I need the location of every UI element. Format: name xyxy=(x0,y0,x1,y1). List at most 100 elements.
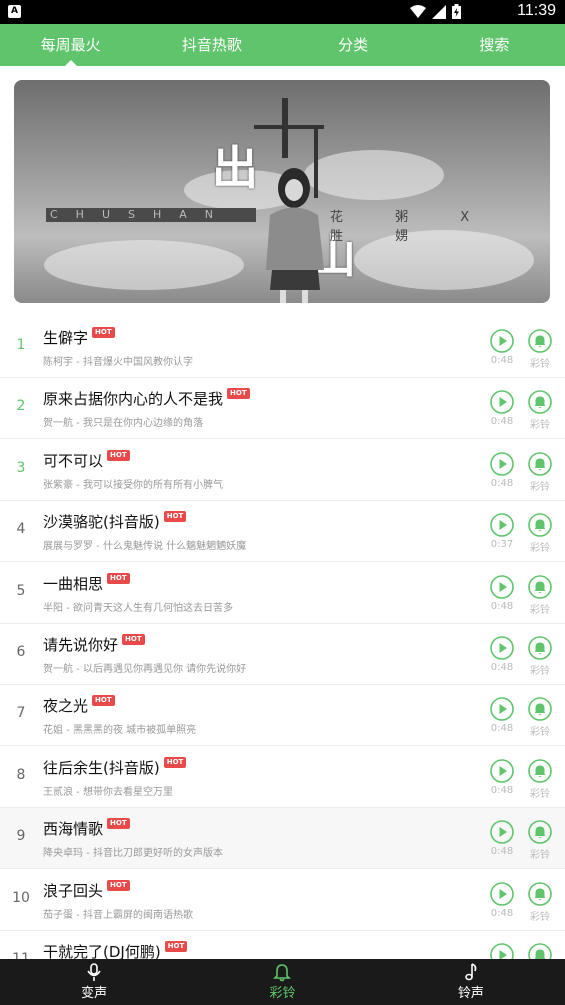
banner-title-char-1: 出 xyxy=(212,141,258,195)
play-button[interactable] xyxy=(490,574,514,599)
tab-categories[interactable]: 分类 xyxy=(283,24,424,66)
play-icon xyxy=(490,697,514,722)
ringback-label: 彩铃 xyxy=(530,604,550,616)
set-ringback-button[interactable] xyxy=(528,758,552,783)
song-duration: 0:48 xyxy=(490,355,514,366)
nav-ringtones[interactable]: 铃声 xyxy=(377,959,565,1005)
song-title-wrap: 可不可以 HOT xyxy=(43,449,130,471)
song-subtitle: 王贰浪 - 想带你去看星空万里 xyxy=(43,786,173,798)
nav-voice-changer[interactable]: 变声 xyxy=(0,959,188,1005)
song-title-wrap: 一曲相思 HOT xyxy=(43,572,130,594)
nav-ringback[interactable]: 彩铃 xyxy=(188,959,376,1005)
set-ringback-button[interactable] xyxy=(528,943,552,959)
play-button[interactable] xyxy=(490,943,514,959)
tab-weekly-hot[interactable]: 每周最火 xyxy=(0,24,141,66)
song-duration: 0:48 xyxy=(490,846,514,858)
song-rank: 4 xyxy=(16,521,26,538)
song-rank: 2 xyxy=(16,398,26,415)
hot-badge: HOT xyxy=(92,327,115,338)
song-title-wrap: 往后余生(抖音版) HOT xyxy=(43,756,187,778)
ringback-label: 彩铃 xyxy=(530,543,550,555)
song-duration: 0:37 xyxy=(490,539,514,551)
wifi-icon xyxy=(410,4,426,18)
bell-icon xyxy=(528,390,552,415)
tab-search[interactable]: 搜索 xyxy=(424,24,565,66)
song-title-wrap: 生僻字 HOT xyxy=(43,327,115,348)
set-ringback-button[interactable] xyxy=(528,390,552,415)
play-icon xyxy=(490,513,514,537)
song-subtitle: 贺一航 - 我只是在你内心边缘的角落 xyxy=(43,418,203,430)
song-row[interactable]: 8 往后余生(抖音版) HOT 王贰浪 - 想带你去看星空万里 0:48 彩铃 xyxy=(0,746,565,808)
play-button[interactable] xyxy=(490,881,514,906)
song-rank: 1 xyxy=(16,337,26,353)
set-ringback-button[interactable] xyxy=(528,636,552,660)
set-ringback-button[interactable] xyxy=(528,329,552,353)
song-rank: 10 xyxy=(12,889,30,906)
set-ringback-button[interactable] xyxy=(528,513,552,537)
play-button[interactable] xyxy=(490,820,514,844)
set-ringback-button[interactable] xyxy=(528,881,552,906)
bell-icon xyxy=(528,574,552,599)
bell-icon xyxy=(528,451,552,476)
set-ringback-button[interactable] xyxy=(528,820,552,844)
play-button[interactable] xyxy=(490,758,514,783)
bell-icon xyxy=(528,697,552,722)
song-row[interactable]: 2 原来占据你内心的人不是我 HOT 贺一航 - 我只是在你内心边缘的角落 0:48 彩铃 xyxy=(0,378,565,440)
set-ringback-button[interactable] xyxy=(528,697,552,722)
banner-credits: 花 粥 X 胜 娚 xyxy=(330,210,494,244)
play-button[interactable] xyxy=(490,451,514,476)
song-subtitle: 茄子蛋 - 抖音上霸屏的闽南语热歌 xyxy=(43,909,193,921)
hot-badge: HOT xyxy=(107,879,130,891)
status-bar: A 11:39 xyxy=(0,0,565,24)
song-row[interactable]: 6 请先说你好 HOT 贺一航 - 以后再遇见你再遇见你 请你先说你好 0:48 彩铃 xyxy=(0,624,565,685)
song-title: 请先说你好 xyxy=(43,636,119,654)
tab-douyin-hits[interactable]: 抖音热歌 xyxy=(141,24,282,66)
play-icon xyxy=(490,574,514,599)
bell-icon xyxy=(528,636,552,660)
set-ringback-button[interactable] xyxy=(528,451,552,476)
status-icons xyxy=(410,4,461,19)
song-title: 夜之光 xyxy=(43,697,89,716)
play-button[interactable] xyxy=(490,636,514,660)
song-duration: 0:48 xyxy=(490,784,514,796)
nav-voice-changer-label: 变声 xyxy=(81,986,108,1001)
play-button[interactable] xyxy=(490,513,514,537)
bell-icon xyxy=(528,758,552,783)
song-rank: 5 xyxy=(16,582,26,599)
song-row[interactable]: 11干就完了(DJ何鹏)HOT彩铃 xyxy=(0,931,565,959)
play-icon xyxy=(490,390,514,415)
song-title: 沙漠骆驼(抖音版) xyxy=(43,513,160,532)
song-row[interactable]: 3 可不可以 HOT 张紫豪 - 我可以接受你的所有所有小脾气 0:48 彩铃 xyxy=(0,439,565,501)
hot-badge: HOT xyxy=(164,941,188,952)
set-ringback-button[interactable] xyxy=(528,574,552,599)
banner-pinyin: CHUSHAN xyxy=(46,208,256,222)
song-row[interactable]: 7 夜之光 HOT 花姐 - 黑黑黑的夜 城市被孤单照亮 0:48 彩铃 xyxy=(0,685,565,747)
song-title-wrap: 原来占据你内心的人不是我 HOT xyxy=(43,388,250,409)
hot-badge: HOT xyxy=(227,388,250,400)
song-title: 西海情歌 xyxy=(43,820,104,839)
banner-image[interactable]: 出 山 CHUSHAN 花 粥 X 胜 娚 xyxy=(14,80,550,303)
ringback-label: 彩铃 xyxy=(530,481,550,493)
song-title: 可不可以 xyxy=(43,451,104,470)
play-button[interactable] xyxy=(490,390,514,415)
song-row[interactable]: 9 西海情歌 HOT 降央卓玛 - 抖音比刀郎更好听的女声版本 0:48 彩铃 xyxy=(0,808,565,870)
song-title: 生僻字 xyxy=(43,329,89,347)
song-row[interactable]: 4 沙漠骆驼(抖音版) HOT 展展与罗罗 - 什么鬼魅传说 什么魑魅魍魉妖魔 0:37… xyxy=(0,501,565,563)
ringback-label: 彩铃 xyxy=(530,727,550,739)
song-row[interactable]: 5 一曲相思 HOT 半阳 - 欲问青天这人生有几何怕这去日苦多 0:48 彩铃 xyxy=(0,562,565,624)
play-button[interactable] xyxy=(490,329,514,353)
song-title-wrap: 西海情歌 HOT xyxy=(43,818,130,839)
song-duration: 0:48 xyxy=(490,723,514,735)
song-title-wrap: 干就完了(DJ何鹏) HOT xyxy=(43,941,188,959)
song-row[interactable]: 1 生僻字 HOT 陈柯宇 - 抖音爆火中国风教你认字 0:48 彩铃 xyxy=(0,317,565,378)
song-title: 浪子回头 xyxy=(43,881,104,900)
ringback-label: 彩铃 xyxy=(530,666,550,677)
play-button[interactable] xyxy=(490,697,514,722)
song-title-wrap: 沙漠骆驼(抖音版) HOT xyxy=(43,511,187,532)
song-duration: 0:48 xyxy=(490,600,514,612)
song-subtitle: 半阳 - 欲问青天这人生有几何怕这去日苦多 xyxy=(43,602,233,614)
song-row[interactable]: 10 浪子回头 HOT 茄子蛋 - 抖音上霸屏的闽南语热歌 0:48 彩铃 xyxy=(0,869,565,931)
voice-changer-icon xyxy=(87,963,101,981)
banner-figure xyxy=(266,168,324,303)
song-duration: 0:48 xyxy=(490,907,514,919)
